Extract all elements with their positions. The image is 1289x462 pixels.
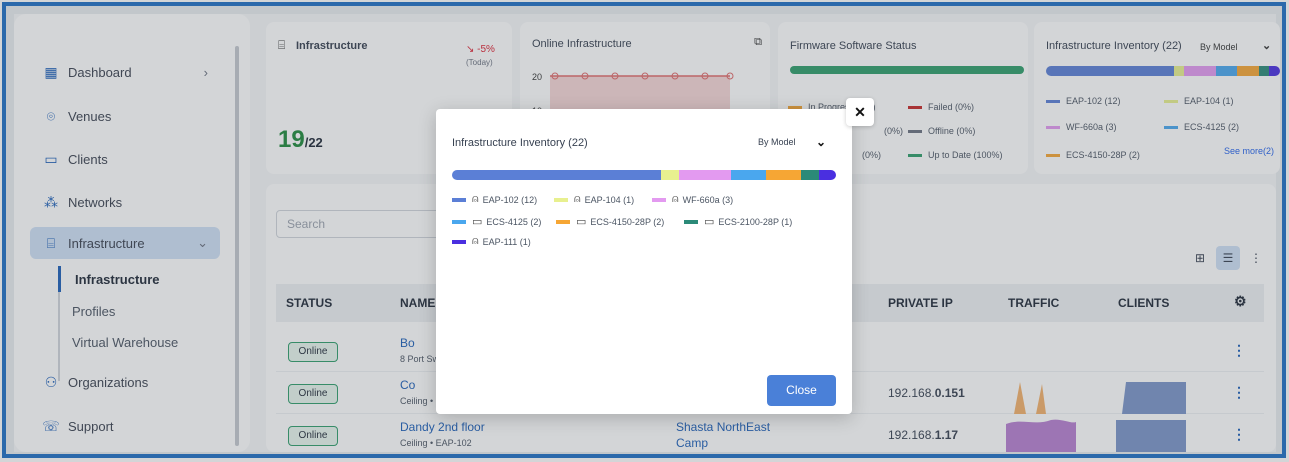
legend-eap-104: ⍝ EAP-104 (1) [554, 193, 634, 206]
modal-title: Infrastructure Inventory (22) [452, 137, 588, 149]
legend-eap-111: ⍝ EAP-111 (1) [452, 235, 531, 248]
bar-segment-0 [452, 170, 662, 180]
switch-icon: ▭ [576, 216, 587, 228]
access-point-icon: ⍝ [672, 193, 679, 205]
access-point-icon: ⍝ [472, 235, 479, 247]
inventory-stacked-bar [452, 170, 836, 180]
chevron-down-icon[interactable]: ⌄ [816, 135, 826, 149]
bar-segment-2 [678, 170, 732, 180]
access-point-icon: ⍝ [472, 193, 479, 205]
legend-ecs-4150-28p: ▭ ECS-4150-28P (2) [556, 215, 664, 228]
bar-segment-3 [731, 170, 767, 180]
close-icon[interactable]: ✕ [846, 98, 874, 126]
access-point-icon: ⍝ [574, 193, 581, 205]
switch-icon: ▭ [472, 216, 483, 228]
legend-ecs-4125: ▭ ECS-4125 (2) [452, 215, 541, 228]
bar-segment-5 [801, 170, 819, 180]
bar-segment-4 [766, 170, 802, 180]
switch-icon: ▭ [704, 216, 715, 228]
bar-segment-1 [661, 170, 679, 180]
group-by-select[interactable]: By Model [758, 137, 796, 147]
bar-segment-6 [818, 170, 836, 180]
inventory-modal: Infrastructure Inventory (22) By Model ⌄… [436, 109, 852, 414]
legend-eap-102: ⍝ EAP-102 (12) [452, 193, 537, 206]
legend-wf-660a: ⍝ WF-660a (3) [652, 193, 733, 206]
close-button[interactable]: Close [767, 375, 836, 406]
legend-ecs-2100-28p: ▭ ECS-2100-28P (1) [684, 215, 792, 228]
